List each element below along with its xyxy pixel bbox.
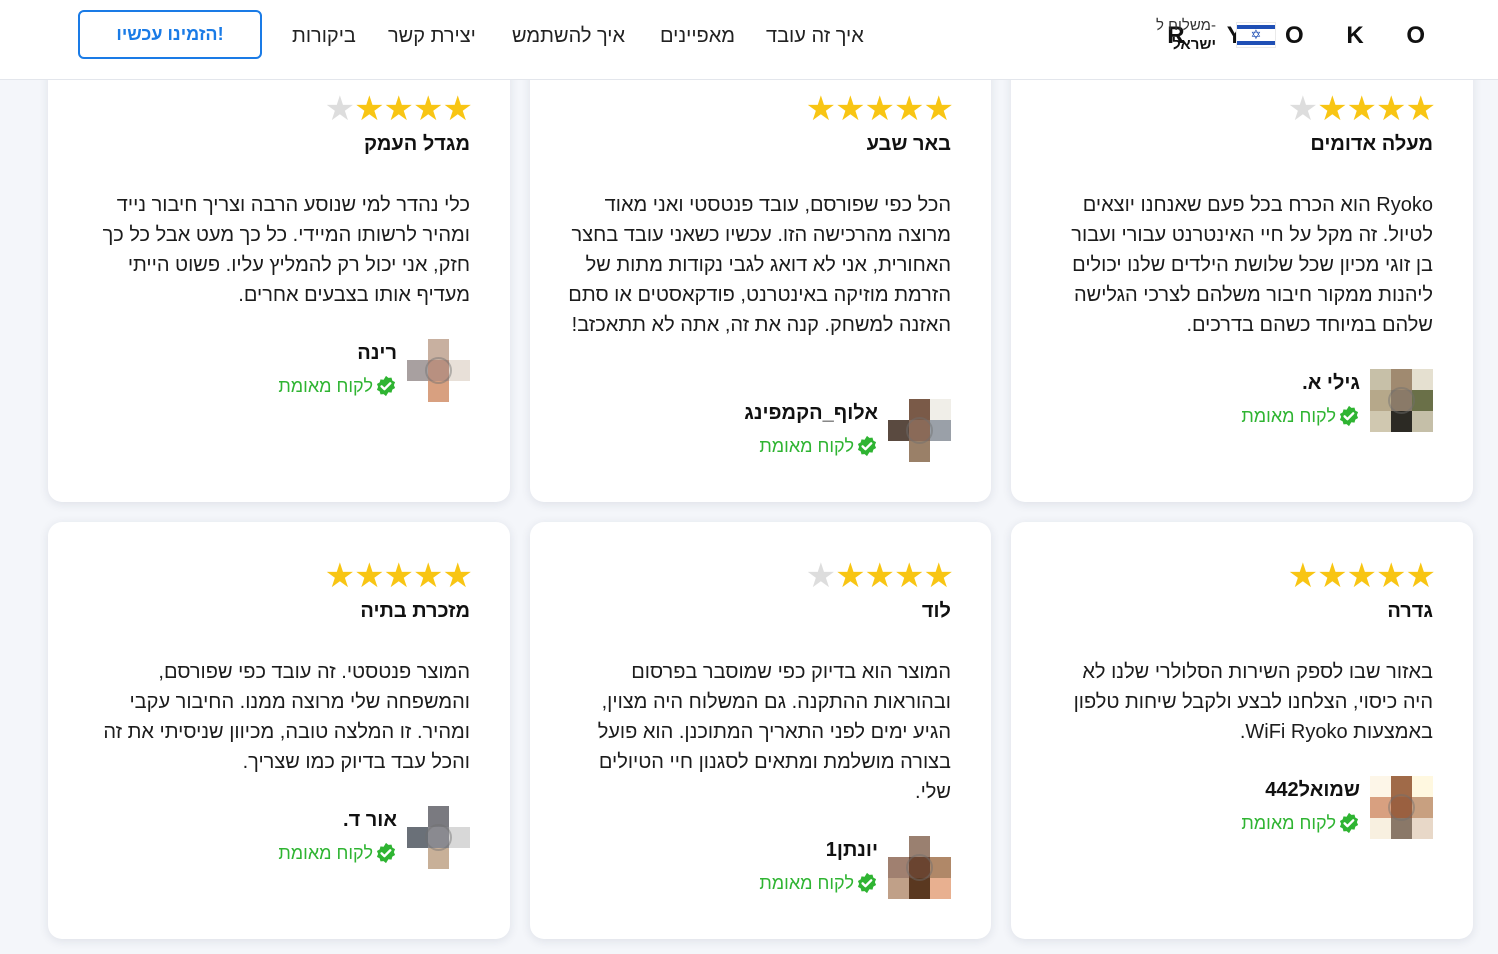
avatar [407,806,470,869]
star-filled-icon: ★ [324,557,356,595]
star-filled-icon: ★ [413,90,444,128]
verified-label: לקוח מאומת [1241,812,1336,833]
avatar [1370,776,1433,839]
ship-to: משלוח ל- ישראל [1156,16,1216,54]
verified-label: לקוח מאומת [759,872,854,893]
verified-badge: לקוח מאומת [1241,812,1360,834]
ship-to-label: משלוח ל- [1156,17,1216,34]
reviewer-name: שמואל442 [1265,779,1360,801]
nav-how-to-use[interactable]: איך להשתמש [512,22,625,50]
nav-features[interactable]: מאפיינים [660,22,735,50]
star-filled-icon: ★ [894,557,925,595]
rating-stars: ★★★★★ [1287,90,1437,128]
nav-contact[interactable]: יצירת קשר [388,22,476,50]
star-empty-icon: ★ [1287,90,1319,128]
review-city: מעלה אדומים [1310,133,1433,155]
review-city: מזכרת בתיה [360,600,470,622]
reviewer-name: אור ד. [343,809,397,831]
review-city: באר שבע [866,133,951,155]
review-city: לוד [921,600,951,622]
verified-check-icon [376,842,396,864]
verified-label: לקוח מאומת [759,435,854,456]
star-filled-icon: ★ [923,90,955,128]
review-text: Ryoko הוא הכרח בכל פעם שאנחנו יוצאים לטי… [1071,194,1433,336]
star-filled-icon: ★ [864,557,896,595]
verified-check-icon [857,435,877,457]
star-empty-icon: ★ [805,557,837,595]
rating-stars: ★★★★★ [324,90,474,128]
star-filled-icon: ★ [1317,90,1348,128]
star-filled-icon: ★ [894,90,925,128]
star-filled-icon: ★ [923,557,955,595]
israel-flag-icon: ✡ [1236,22,1276,48]
star-filled-icon: ★ [1405,90,1437,128]
verified-badge: לקוח מאומת [278,842,397,864]
star-filled-icon: ★ [1346,90,1378,128]
verified-badge: לקוח מאומת [278,375,397,397]
nav-reviews[interactable]: ביקורות [292,22,356,50]
star-filled-icon: ★ [864,90,896,128]
verified-badge: לקוח מאומת [1241,405,1360,427]
star-filled-icon: ★ [413,557,444,595]
rating-stars: ★★★★★ [324,557,474,595]
verified-check-icon [376,375,396,397]
reviewer-name: אלוף_הקמפינג [744,402,878,424]
star-empty-icon: ★ [324,90,356,128]
review-text: כלי נהדר למי שנוסע הרבה וצריך חיבור נייד… [102,194,470,306]
avatar [1370,369,1433,432]
star-filled-icon: ★ [354,557,385,595]
verified-label: לקוח מאומת [278,842,373,863]
star-filled-icon: ★ [1317,557,1348,595]
reviewer-name: רינה [357,342,397,364]
star-filled-icon: ★ [1346,557,1378,595]
verified-label: לקוח מאומת [278,375,373,396]
star-filled-icon: ★ [383,557,415,595]
review-card: ★★★★★ גדרה באזור שבו לספק השירות הסלולרי ש… [1011,522,1473,939]
review-city: מגדל העמק [363,133,470,155]
verified-check-icon [1339,812,1359,834]
rating-stars: ★★★★★ [1287,557,1437,595]
review-card: ★★★★★ מעלה אדומים Ryoko הוא הכרח בכל פעם ש… [1011,55,1473,502]
site-header: R Y O K O ✡ משלוח ל- ישראל איך זה עובד מ… [0,0,1498,80]
review-card: ★★★★★ באר שבע הכל כפי שפורסם, עובד פנטסטי … [530,55,991,502]
star-filled-icon: ★ [1376,90,1407,128]
star-filled-icon: ★ [1376,557,1407,595]
review-text: באזור שבו לספק השירות הסלולרי שלנו לא הי… [1073,661,1433,743]
avatar [888,399,951,462]
avatar [888,836,951,899]
rating-stars: ★★★★★ [805,90,955,128]
star-filled-icon: ★ [442,557,474,595]
star-filled-icon: ★ [383,90,415,128]
order-now-button[interactable]: הזמינו עכשיו! [78,10,262,59]
review-card: ★★★★★ לוד המוצר הוא בדיוק כפי שמוסבר בפרסו… [530,522,991,939]
verified-badge: לקוח מאומת [759,435,878,457]
review-card: ★★★★★ מגדל העמק כלי נהדר למי שנוסע הרבה וצ… [48,55,510,502]
ship-to-country: ישראל [1172,36,1216,53]
review-card: ★★★★★ מזכרת בתיה המוצר פנטסטי. זה עובד כפי… [48,522,510,939]
star-filled-icon: ★ [442,90,474,128]
nav-how-it-works[interactable]: איך זה עובד [766,22,864,50]
reviewer-name: יונתן1 [825,839,878,861]
reviewer-name: גילי א. [1302,372,1360,394]
review-city: גדרה [1387,600,1433,622]
star-filled-icon: ★ [1287,557,1319,595]
verified-badge: לקוח מאומת [759,872,878,894]
star-filled-icon: ★ [354,90,385,128]
avatar [407,339,470,402]
review-text: המוצר פנטסטי. זה עובד כפי שפורסם, והמשפח… [103,661,470,773]
review-text: המוצר הוא בדיוק כפי שמוסבר בפרסום ובהורא… [597,661,951,803]
star-filled-icon: ★ [835,557,866,595]
star-filled-icon: ★ [1405,557,1437,595]
rating-stars: ★★★★★ [805,557,955,595]
star-filled-icon: ★ [805,90,837,128]
star-filled-icon: ★ [835,90,866,128]
review-text: הכל כפי שפורסם, עובד פנטסטי ואני מאוד מר… [568,194,951,336]
verified-label: לקוח מאומת [1241,405,1336,426]
verified-check-icon [857,872,877,894]
verified-check-icon [1339,405,1359,427]
